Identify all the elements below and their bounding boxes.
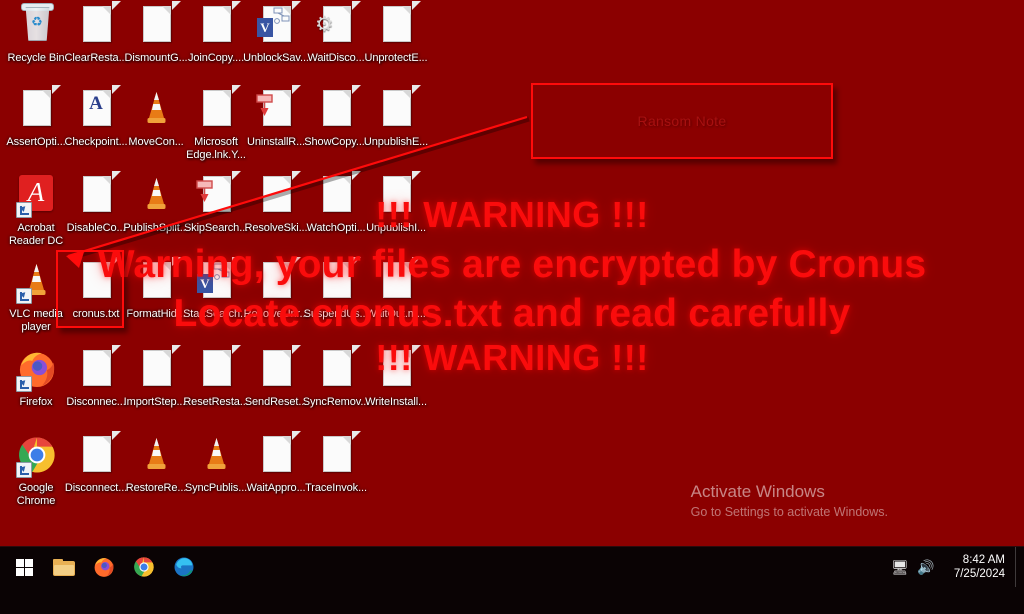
taskbar: 🖥 🔊 8:42 AM 7/25/2024 [0,546,1024,614]
ransom-note-annotation-box: Ransom Note [531,83,833,159]
edge-icon [174,557,194,577]
taskbar-date: 7/25/2024 [953,568,1005,580]
firefox-taskbar-button[interactable] [84,547,124,587]
folder-icon [53,558,75,576]
edge-taskbar-button[interactable] [164,547,204,587]
system-tray: 🖥 🔊 8:42 AM 7/25/2024 [887,547,1024,587]
annotation-arrow [66,115,530,268]
chrome-taskbar-button[interactable] [124,547,164,587]
annotation-layer: Ransom Note [0,0,1024,546]
taskbar-clock[interactable]: 8:42 AM 7/25/2024 [939,553,1015,581]
start-button[interactable] [4,547,44,587]
show-desktop-button[interactable] [1015,547,1024,587]
desktop-surface[interactable]: ♻ Recycle Bin ClearResta... DismountG... Joi… [0,0,1024,546]
activate-windows-watermark: Activate Windows Go to Settings to activ… [691,482,888,520]
taskbar-inner: 🖥 🔊 8:42 AM 7/25/2024 [0,547,1024,587]
windows-logo-icon [15,558,33,576]
firefox-icon [94,558,114,577]
cronus-file-highlight-box [56,250,124,328]
chrome-icon [134,557,154,577]
taskbar-time: 8:42 AM [962,554,1005,566]
desktop-screenshot: ♻ Recycle Bin ClearResta... DismountG... Joi… [0,0,1024,614]
ransom-note-annotation-label: Ransom Note [637,113,727,129]
file-explorer-button[interactable] [44,547,84,587]
activate-windows-subtitle: Go to Settings to activate Windows. [690,505,888,519]
activate-windows-title: Activate Windows [690,482,825,501]
volume-icon[interactable]: 🔊 [913,560,939,574]
network-icon[interactable]: 🖥 [887,560,913,574]
